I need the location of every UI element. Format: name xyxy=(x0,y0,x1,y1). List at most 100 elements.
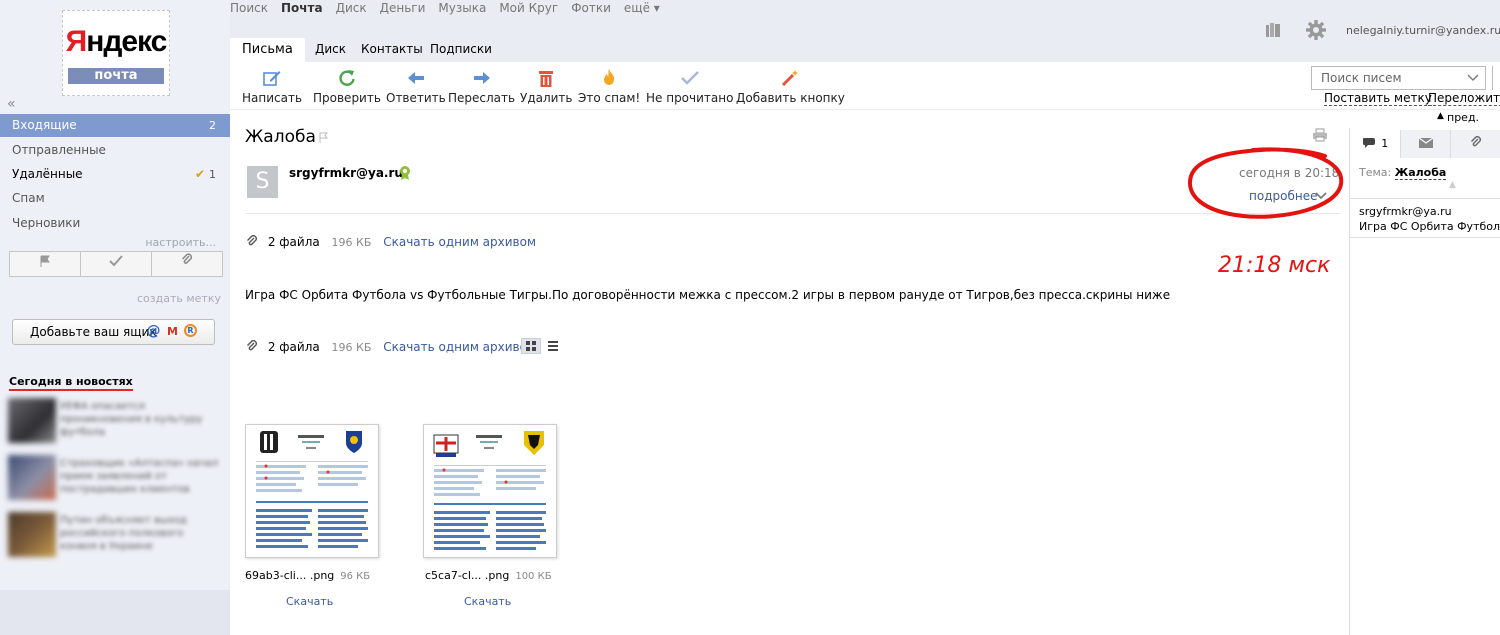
user-email[interactable]: nelegalniy.turnir@yandex.ru xyxy=(1346,24,1500,37)
service-music[interactable]: Музыка xyxy=(438,0,486,16)
message-subject: Жалоба xyxy=(245,127,316,147)
service-mail[interactable]: Почта xyxy=(281,0,323,16)
grid-view-icon[interactable] xyxy=(521,338,541,354)
spam-button[interactable]: Это спам! xyxy=(578,68,640,105)
divider xyxy=(245,213,1340,214)
delete-label: Удалить xyxy=(520,91,573,105)
forward-label: Переслать xyxy=(448,91,516,105)
search-divider xyxy=(1492,66,1493,90)
service-disk[interactable]: Диск xyxy=(336,0,367,16)
compose-icon xyxy=(263,71,281,86)
gear-icon[interactable] xyxy=(1305,19,1327,41)
news-item[interactable]: Путин объясняет выход российского полков… xyxy=(8,512,223,562)
attachments-size: 196 КБ xyxy=(331,341,372,354)
tab-contacts[interactable]: Контакты xyxy=(361,42,423,56)
news-title[interactable]: Сегодня в новостях xyxy=(9,375,133,391)
check-button[interactable]: Проверить xyxy=(313,68,381,105)
delete-button[interactable]: Удалить xyxy=(520,68,573,105)
service-moikrug[interactable]: Мой Круг xyxy=(499,0,558,16)
add-button-button[interactable]: Добавить кнопку xyxy=(736,68,845,105)
tab-letters-panel[interactable] xyxy=(1400,130,1450,158)
add-mailbox-button[interactable]: Добавьте ваш ящик @ M R xyxy=(12,319,215,345)
add-mailbox-label: Добавьте ваш ящик xyxy=(30,325,157,339)
envelope-icon xyxy=(1418,137,1433,148)
folder-spam[interactable]: Спам xyxy=(0,187,230,210)
tab-subscriptions[interactable]: Подписки xyxy=(430,42,492,56)
tab-thread[interactable]: 1 xyxy=(1350,130,1400,158)
put-label-link[interactable]: Поставить метку xyxy=(1324,92,1432,106)
service-search[interactable]: Поиск xyxy=(230,0,268,16)
attachment-preview[interactable] xyxy=(423,424,557,558)
download-archive-link[interactable]: Скачать одним архивом xyxy=(383,340,536,354)
attachments-count: 2 файла xyxy=(267,235,320,249)
magic-wand-icon xyxy=(782,70,799,87)
thread-tabs: 1 xyxy=(1350,130,1500,158)
search-placeholder: Поиск писем xyxy=(1321,71,1402,85)
paperclip-icon xyxy=(1470,136,1481,147)
attachments-row: 2 файла 196 КБ Скачать одним архивом xyxy=(246,235,536,249)
unread-check-icon xyxy=(680,71,699,85)
screenshot-preview-image xyxy=(433,431,546,550)
logo-word: ндекс xyxy=(86,25,167,58)
file-name[interactable]: 69ab3-cli... .png 96 КБ xyxy=(245,569,370,582)
compose-button[interactable]: Написать xyxy=(242,68,302,105)
service-more[interactable]: ещё ▾ xyxy=(624,0,660,16)
print-icon[interactable] xyxy=(1312,128,1328,142)
move-link[interactable]: Переложить xyxy=(1428,92,1500,106)
clean-icon[interactable]: ✔ xyxy=(195,163,205,186)
search-input[interactable]: Поиск писем xyxy=(1311,66,1486,90)
tab-attachments[interactable] xyxy=(1450,130,1500,158)
download-archive-link[interactable]: Скачать одним архивом xyxy=(383,235,536,249)
unread-label: Не прочитано xyxy=(646,91,734,105)
forward-button[interactable]: Переслать xyxy=(448,68,515,105)
paperclip-icon xyxy=(247,235,257,246)
tab-letters[interactable]: Письма xyxy=(230,38,305,62)
attachment-preview[interactable] xyxy=(245,424,379,558)
news-item[interactable]: УЕФА опасается проникновения в культуру … xyxy=(8,398,223,448)
thread-message-item[interactable]: srgyfrmkr@ya.ru Игра ФС Орбита Футбола xyxy=(1350,198,1500,238)
speech-bubble-icon xyxy=(1362,138,1375,148)
chevron-down-icon[interactable] xyxy=(1466,71,1480,85)
scroll-up-icon[interactable]: ▲ xyxy=(1449,180,1456,190)
reply-button[interactable]: Ответить xyxy=(386,68,446,105)
collapse-sidebar-icon[interactable]: « xyxy=(7,96,16,112)
folder-sent[interactable]: Отправленные xyxy=(0,139,230,162)
folder-deleted[interactable]: Удалённые ✔ 1 xyxy=(0,163,230,186)
flag-icon[interactable] xyxy=(319,132,329,143)
thread-subject-value[interactable]: Жалоба xyxy=(1394,166,1447,180)
toolbar: Написать Проверить Ответить Переслать Уд… xyxy=(230,62,1500,110)
flag-filter-icon[interactable] xyxy=(10,252,81,276)
file-name[interactable]: c5ca7-cl... .png 100 КБ xyxy=(425,569,552,582)
download-file-link[interactable]: Скачать xyxy=(464,595,511,608)
folder-drafts[interactable]: Черновики xyxy=(0,212,230,235)
forward-icon xyxy=(473,72,490,84)
check-filter-icon[interactable] xyxy=(81,252,152,276)
folder-inbox[interactable]: Входящие 2 xyxy=(0,114,230,137)
configure-link[interactable]: настроить... xyxy=(145,236,216,249)
add-button-label: Добавить кнопку xyxy=(736,91,845,105)
yandex-mail-logo[interactable]: Яндекс почта xyxy=(62,10,170,96)
file-name-label: c5ca7-cl... .png xyxy=(425,569,510,582)
prev-link[interactable]: пред. xyxy=(1447,111,1479,124)
sender-email[interactable]: srgyfrmkr@ya.ru xyxy=(289,166,403,180)
news-thumbnail xyxy=(8,398,56,443)
thread-subject: Тема: Жалоба xyxy=(1359,166,1447,180)
reply-icon xyxy=(407,72,424,84)
filter-bar xyxy=(9,251,223,277)
red-circle-annotation xyxy=(1187,147,1344,219)
service-photos[interactable]: Фотки xyxy=(571,0,611,16)
mark-unread-button[interactable]: Не прочитано xyxy=(646,68,733,105)
prev-arrow-icon[interactable]: ▲ xyxy=(1437,111,1444,121)
news-item[interactable]: Страховщик «Алтаспа» начал прием заявлен… xyxy=(8,455,223,505)
attachment-filter-icon[interactable] xyxy=(152,252,222,276)
service-money[interactable]: Деньги xyxy=(380,0,426,16)
mail-at-icon: @ xyxy=(146,323,161,339)
fire-icon xyxy=(604,69,615,85)
create-label-link[interactable]: создать метку xyxy=(137,292,221,305)
tab-disk[interactable]: Диск xyxy=(315,42,346,56)
list-view-icon[interactable] xyxy=(547,340,559,352)
themes-icon[interactable] xyxy=(1265,22,1281,38)
download-file-link[interactable]: Скачать xyxy=(286,595,333,608)
file-size: 100 КБ xyxy=(515,571,552,582)
spam-label: Это спам! xyxy=(578,91,641,105)
